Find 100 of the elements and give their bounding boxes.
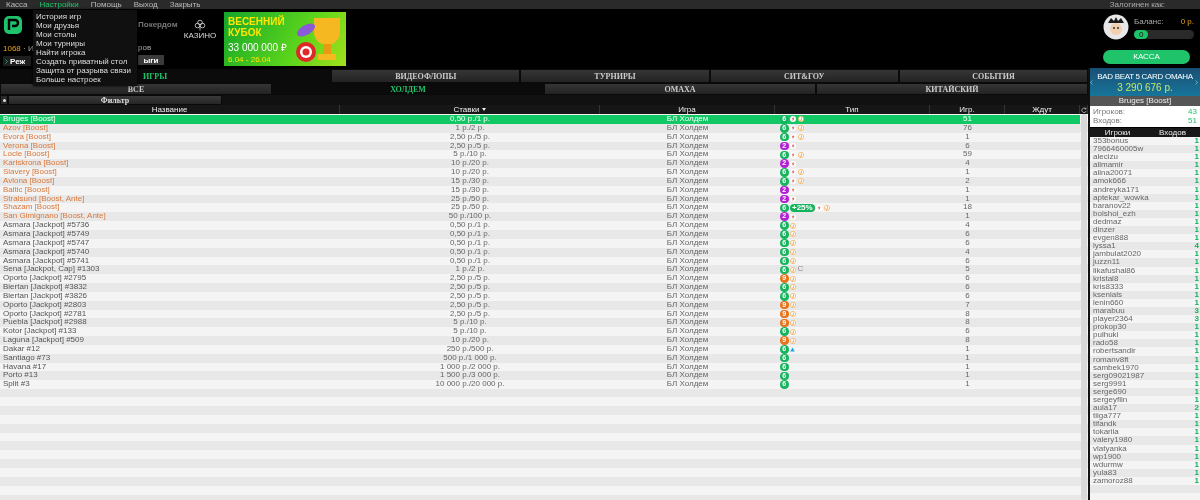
player-name: pulhuki [1093,331,1119,340]
tab[interactable]: КИТАЙСКИЙ [816,83,1088,95]
table-name: Biertan [Jackpot] #3832 [2,283,89,292]
entries-count: 1 [1194,274,1199,283]
entries-count: 3 [1194,315,1199,324]
jackpot-icon [790,266,796,273]
tab[interactable]: ОМАХА [544,83,816,95]
table-name: Verona [Boost] [2,141,57,150]
table-cell: БЛ Холдем [666,228,709,238]
entries-count: 1 [1194,193,1199,202]
lightning-icon [790,151,796,158]
table-cell: БЛ Холдем [666,193,709,203]
stat-value: 43 [1188,107,1197,116]
table-cell: 2,50 р./5 р. [450,140,490,150]
player-name: tiiga777 [1093,412,1122,421]
entries-count: 1 [1194,226,1199,235]
table-cell: 6 [965,273,970,283]
table-cell: 6 [965,140,970,150]
table-cell: 2,50 р./5 р. [450,282,490,292]
column-header[interactable]: Входов [1145,128,1200,137]
table-cell: 4 [965,220,970,230]
table-cell: БЛ Холдем [666,273,709,283]
entries-count: 1 [1194,177,1199,186]
arrow-right-icon[interactable] [1195,79,1198,85]
player-name: sambek1970 [1093,363,1139,372]
table-name: Split #3 [2,380,31,390]
player-name: kris8333 [1093,282,1124,291]
tab[interactable]: ВИДЕОФЛОПЫ [331,69,521,83]
banner-dates: 6.04 - 26.04 [228,55,272,64]
table-cell: БЛ Холдем [666,255,709,265]
menu-item[interactable]: Касса [6,0,28,9]
player-name: marabuu [1093,306,1125,316]
table-cell: 5 р./10 р. [453,326,487,336]
table-name: Kotor [Jackpot] #133 [2,327,78,337]
menu-item[interactable]: Мои турниры [33,39,137,48]
entries-count: 1 [1194,396,1199,405]
menu-item[interactable]: Помощь [90,0,122,9]
menu-item[interactable]: Создать приватный стол [33,57,137,66]
player-name: serg9991 [1093,379,1127,388]
menu-item[interactable]: Защита от разрыва связи [33,66,137,75]
menu-item[interactable]: Мои столы [33,30,137,39]
table-cell: 0,50 р./1 р. [450,220,490,230]
refresh-icon[interactable] [1080,106,1087,113]
table-cell: БЛ Холдем [666,264,709,274]
jackpot-icon [790,284,796,291]
chevron-icon [5,58,8,64]
jackpot-icon [790,231,796,238]
menu-item[interactable]: Выход [133,0,158,9]
table-cell: БЛ Холдем [666,167,709,177]
entries-count: 1 [1194,331,1199,340]
menu-item[interactable]: Больше настроек [33,75,137,84]
menu-item[interactable]: Мои друзья [33,21,137,30]
table-cell: БЛ Холдем [666,290,709,300]
tab[interactable]: СОБЫТИЯ [898,69,1088,83]
table-cell: БЛ Холдем [666,326,709,336]
tab[interactable]: ХОЛДЕМ [272,83,544,95]
table-cell: 51 [963,114,972,123]
tab[interactable]: СИТ&ГОУ [709,69,899,83]
player-name: kristal8 [1093,274,1119,283]
table-name: Evora [Boost] [2,132,52,141]
menu-item[interactable]: Настройки [39,0,79,9]
table-name: San Gimignano [Boost, Ante] [2,212,107,222]
tab[interactable]: ТУРНИРЫ [520,69,710,83]
avatar-icon[interactable] [1103,14,1129,40]
table-name: Porto #13 [2,371,39,381]
entries-count: 2 [1194,404,1199,413]
lightning-icon [816,204,823,211]
player-name: dedmaz [1093,217,1122,227]
table-cell: 2,50 р./5 р. [450,290,490,300]
scrollbar[interactable] [1081,114,1087,500]
entries-count: 1 [1194,201,1199,210]
entries-count: 1 [1194,339,1199,348]
menu-item[interactable]: Закрыть [169,0,201,9]
jackpot-icon [790,293,796,300]
player-name: prokop30 [1093,323,1127,332]
menu-item[interactable]: История игр [33,12,137,21]
table-cell: 1 [965,379,970,389]
player-name: serge690 [1093,387,1127,396]
stat-value: 51 [1188,116,1197,125]
player-name: aula17 [1093,404,1118,413]
table-cell: 10 р./20 р. [451,158,489,168]
table-name: Asmara [Jackpot] #5736 [2,221,91,230]
entries-count: 1 [1194,209,1199,218]
table-name: Laguna [Jackpot] #509 [2,336,85,345]
table-cell: 15 р./30 р. [451,175,489,185]
mode-button[interactable]: Реж [3,56,31,66]
table-cell: 6 [965,290,970,300]
jackpot-banner[interactable]: BAD BEAT 5 CARD OMAHA 3 290 676 р. [1090,68,1200,96]
lightning-icon [790,160,796,167]
menu-item[interactable]: Найти игрока [33,48,137,57]
casino-label: КАЗИНО [183,31,217,40]
filter-button[interactable]: Фильтр [8,95,222,105]
table-cell: 6 [965,228,970,238]
radio-button[interactable] [0,95,8,105]
mode-button[interactable]: ыги [138,55,164,65]
table-cell: БЛ Холдем [666,379,709,389]
column-header[interactable]: Игроки [1090,128,1145,137]
entries-count: 1 [1194,234,1199,243]
table-cell: 10 р./20 р. [451,167,489,177]
arrow-left-icon[interactable] [1090,79,1093,85]
